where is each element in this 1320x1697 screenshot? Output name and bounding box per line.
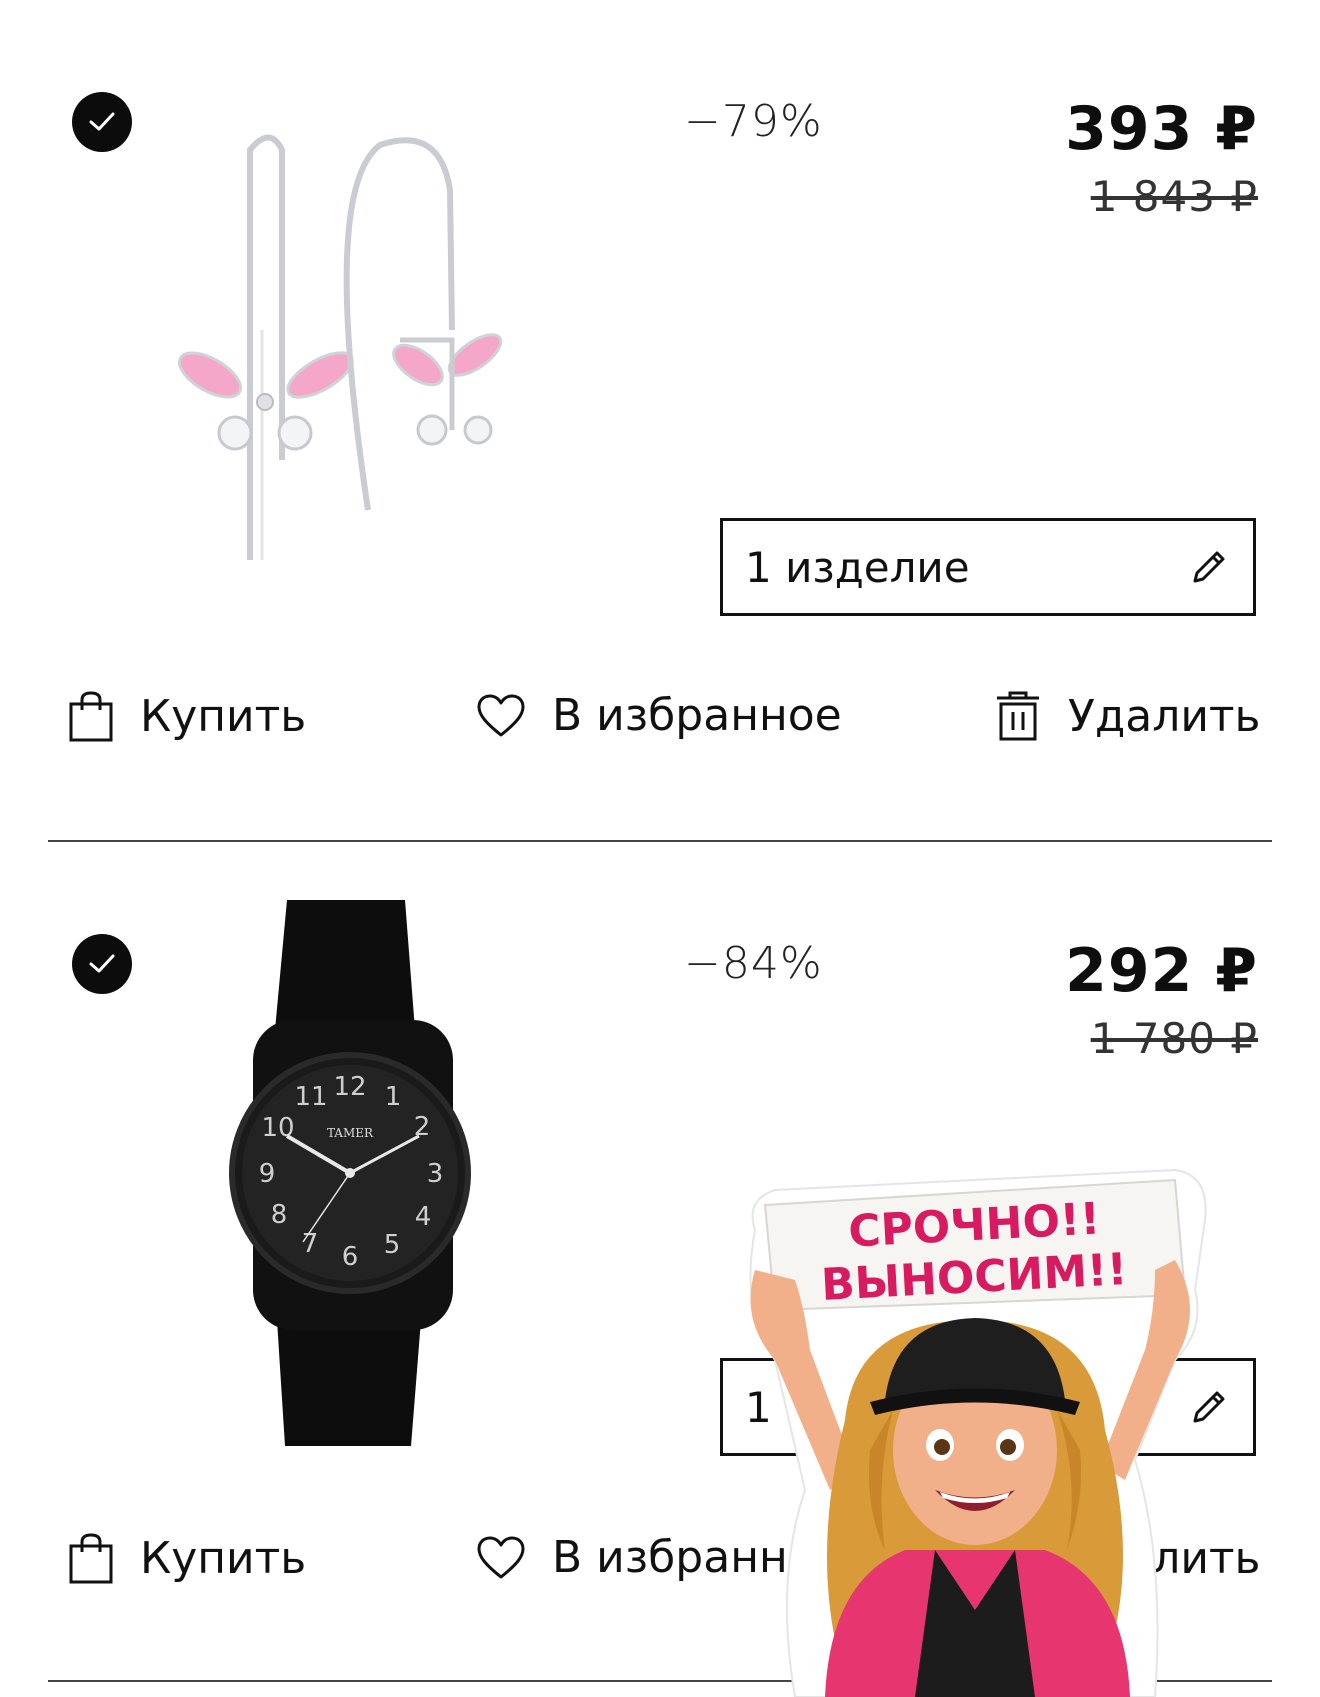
old-price: 1 843 ₽: [1090, 172, 1258, 221]
discount-label: −79%: [684, 96, 823, 147]
delete-label: Удалить: [1068, 690, 1261, 742]
svg-text:3: 3: [427, 1159, 444, 1189]
favorite-button[interactable]: В избранное: [476, 690, 842, 741]
svg-text:5: 5: [384, 1230, 401, 1260]
select-checkbox[interactable]: [72, 92, 132, 152]
product-image-earrings[interactable]: [170, 130, 550, 570]
watch-brand: TAMER: [327, 1126, 374, 1140]
quantity-selector[interactable]: 1 изделие: [720, 518, 1256, 616]
svg-text:4: 4: [415, 1202, 432, 1232]
quantity-label: 1 изделие: [745, 542, 970, 592]
svg-text:7: 7: [302, 1229, 319, 1259]
svg-text:8: 8: [271, 1200, 288, 1230]
price: 292 ₽: [1065, 936, 1258, 1006]
old-price: 1 780 ₽: [1090, 1014, 1258, 1063]
checkmark-icon: [89, 954, 115, 973]
trash-icon: [997, 691, 1039, 741]
svg-text:9: 9: [259, 1159, 276, 1189]
svg-text:12: 12: [333, 1072, 366, 1102]
checkmark-icon: [89, 112, 115, 131]
shopping-bag-icon: [69, 1533, 113, 1584]
promo-sticker: СРОЧНО!! ВЫНОСИМ!!: [749, 1168, 1207, 1697]
heart-icon: [477, 694, 525, 736]
price: 393 ₽: [1065, 94, 1258, 164]
svg-text:6: 6: [342, 1242, 359, 1272]
favorite-label: В избранное: [552, 690, 842, 741]
svg-text:11: 11: [294, 1082, 327, 1112]
delete-button[interactable]: Удалить: [994, 690, 1260, 742]
buy-button[interactable]: Купить: [68, 690, 306, 742]
product-image-watch[interactable]: TAMER 12 1 2 3 4 5 6 7 8 9 10 11: [215, 900, 505, 1446]
cart-item: −79% 393 ₽ 1 843 ₽ 1 изделие Купить В из…: [0, 0, 1320, 842]
pencil-icon[interactable]: [1187, 545, 1231, 589]
buy-label: Купить: [140, 1532, 307, 1584]
buy-label: Купить: [140, 690, 307, 742]
discount-label: −84%: [684, 938, 823, 989]
svg-text:1: 1: [385, 1082, 402, 1112]
shopping-bag-icon: [69, 691, 113, 742]
heart-icon: [477, 1536, 525, 1578]
select-checkbox[interactable]: [72, 934, 132, 994]
item-actions: Купить В избранное Удалить: [0, 690, 1320, 770]
buy-button[interactable]: Купить: [68, 1532, 306, 1584]
